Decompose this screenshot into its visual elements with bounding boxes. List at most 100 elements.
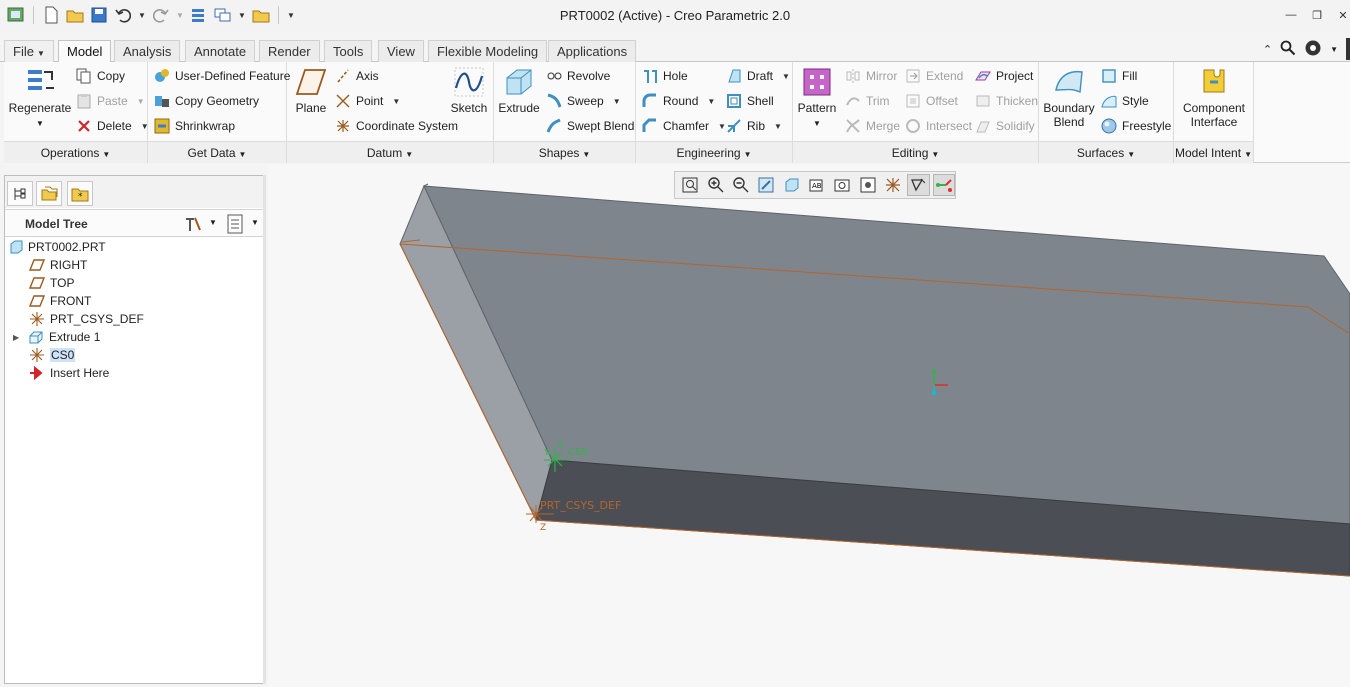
draft-dropdown-icon[interactable]: ▼ — [782, 72, 790, 81]
tab-view[interactable]: View — [378, 40, 424, 62]
panel-resizer[interactable] — [263, 175, 266, 684]
component-interface-button[interactable]: Component Interface — [1176, 66, 1252, 129]
plane-button[interactable]: Plane — [289, 66, 333, 115]
tab-file[interactable]: File ▼ — [4, 40, 54, 62]
pattern-dropdown-icon[interactable]: ▼ — [813, 119, 821, 128]
paste-dropdown-icon[interactable]: ▼ — [137, 97, 145, 106]
copy-geometry-button[interactable]: Copy Geometry — [154, 91, 259, 111]
shell-button[interactable]: Shell — [726, 91, 774, 111]
model-tree-tab[interactable] — [7, 181, 33, 206]
pattern-button[interactable]: Pattern ▼ — [795, 66, 839, 131]
shrinkwrap-button[interactable]: Shrinkwrap — [154, 116, 235, 136]
shapes-group-label[interactable]: Shapes ▼ — [494, 141, 635, 163]
expand-arrow-icon[interactable]: ▶ — [13, 333, 23, 342]
model-intent-group-label[interactable]: Model Intent ▼ — [1174, 141, 1253, 163]
help-dropdown-icon[interactable]: ▼ — [1330, 45, 1338, 54]
restore-icon[interactable]: ❐ — [1310, 6, 1324, 24]
point-button[interactable]: Point ▼ — [335, 91, 400, 111]
revolve-button[interactable]: Revolve — [546, 66, 610, 86]
rib-dropdown-icon[interactable]: ▼ — [774, 122, 782, 131]
mirror-button[interactable]: Mirror — [845, 66, 897, 86]
merge-button[interactable]: Merge — [845, 116, 900, 136]
folder-browser-tab[interactable] — [36, 181, 62, 206]
sweep-dropdown-icon[interactable]: ▼ — [613, 97, 621, 106]
get-data-group-label[interactable]: Get Data ▼ — [148, 141, 286, 163]
solidify-button[interactable]: Solidify — [975, 116, 1035, 136]
user-defined-feature-button[interactable]: User-Defined Feature — [154, 66, 290, 86]
minimize-icon[interactable]: — — [1284, 6, 1298, 24]
round-dropdown-icon[interactable]: ▼ — [707, 97, 715, 106]
offset-button[interactable]: Offset — [905, 91, 958, 111]
repaint-icon[interactable] — [755, 174, 777, 196]
model-viewport[interactable]: PRT_CSYS_DEF Z Z CS0 Y — [268, 164, 1350, 687]
tree-item-part[interactable]: PRT0002.PRT — [9, 238, 106, 256]
tab-flexible-modeling[interactable]: Flexible Modeling — [428, 40, 548, 62]
draft-button[interactable]: Draft ▼ — [726, 66, 790, 86]
sweep-button[interactable]: Sweep ▼ — [546, 91, 621, 111]
tab-annotate[interactable]: Annotate — [185, 40, 256, 62]
close-icon[interactable]: ✕ — [1336, 6, 1350, 24]
tree-settings-dropdown-icon[interactable]: ▼ — [209, 218, 217, 227]
tab-model[interactable]: Model — [58, 40, 112, 63]
zoom-in-icon[interactable] — [704, 174, 726, 196]
tree-item-front[interactable]: FRONT — [29, 292, 91, 310]
datum-display-filters-icon[interactable] — [882, 174, 904, 196]
intersect-button[interactable]: Intersect — [905, 116, 972, 136]
tab-tools[interactable]: Tools — [324, 40, 373, 62]
minimize-ribbon-icon[interactable]: ⌃ — [1263, 43, 1272, 56]
project-button[interactable]: Project — [975, 66, 1033, 86]
coordinate-system-button[interactable]: Coordinate System — [335, 116, 458, 136]
hole-button[interactable]: Hole — [642, 66, 688, 86]
graphics-window[interactable]: PRT_CSYS_DEF Z Z CS0 Y — [268, 164, 1350, 687]
chamfer-dropdown-icon[interactable]: ▼ — [718, 122, 726, 131]
thicken-button[interactable]: Thicken — [975, 91, 1038, 111]
help-icon[interactable] — [1304, 39, 1322, 60]
regenerate-button[interactable]: Regenerate ▼ — [8, 66, 72, 131]
spin-center-toggle-icon[interactable] — [932, 174, 956, 196]
chamfer-button[interactable]: Chamfer ▼ — [642, 116, 726, 136]
freestyle-button[interactable]: Freestyle — [1101, 116, 1171, 136]
favorites-tab[interactable]: * — [67, 181, 93, 206]
style-button[interactable]: Style — [1101, 91, 1149, 111]
tree-item-prt-csys-def[interactable]: PRT_CSYS_DEF — [29, 310, 144, 328]
display-style-icon[interactable] — [780, 174, 802, 196]
search-icon[interactable] — [1280, 40, 1296, 59]
tab-render[interactable]: Render — [259, 40, 320, 62]
editing-group-label[interactable]: Editing ▼ — [793, 141, 1038, 163]
view-manager-icon[interactable] — [831, 174, 853, 196]
regenerate-dropdown-icon[interactable]: ▼ — [36, 119, 44, 128]
extrude-button[interactable]: Extrude — [496, 66, 542, 115]
paste-button[interactable]: Paste ▼ — [76, 91, 145, 111]
datum-group-label[interactable]: Datum ▼ — [287, 141, 493, 163]
annotation-display-icon[interactable] — [907, 174, 930, 196]
extend-button[interactable]: Extend — [905, 66, 963, 86]
tree-item-right[interactable]: RIGHT — [29, 256, 87, 274]
rib-button[interactable]: Rib ▼ — [726, 116, 782, 136]
tab-applications[interactable]: Applications — [548, 40, 637, 62]
tree-settings-icon[interactable] — [183, 215, 203, 236]
sketch-button[interactable]: Sketch — [447, 66, 491, 115]
show-filters-icon[interactable] — [226, 214, 244, 237]
tab-analysis[interactable]: Analysis — [114, 40, 181, 62]
boundary-blend-button[interactable]: Boundary Blend — [1041, 66, 1097, 129]
more-icon[interactable] — [1346, 38, 1350, 60]
delete-button[interactable]: Delete ▼ — [76, 116, 149, 136]
round-button[interactable]: Round ▼ — [642, 91, 715, 111]
surfaces-group-label[interactable]: Surfaces ▼ — [1039, 141, 1173, 163]
tree-item-cs0[interactable]: CS0 — [29, 346, 76, 364]
saved-orientations-icon[interactable]: AB — [806, 174, 828, 196]
swept-blend-button[interactable]: Swept Blend — [546, 116, 634, 136]
point-dropdown-icon[interactable]: ▼ — [392, 97, 400, 106]
copy-button[interactable]: Copy — [76, 66, 125, 86]
fill-button[interactable]: Fill — [1101, 66, 1137, 86]
perspective-view-icon[interactable] — [856, 174, 878, 196]
engineering-group-label[interactable]: Engineering ▼ — [636, 141, 792, 163]
operations-group-label[interactable]: Operations ▼ — [4, 141, 147, 163]
trim-button[interactable]: Trim — [845, 91, 890, 111]
axis-button[interactable]: Axis — [335, 66, 379, 86]
show-dropdown-icon[interactable]: ▼ — [251, 218, 259, 227]
zoom-out-icon[interactable] — [730, 174, 752, 196]
tree-item-insert-here[interactable]: Insert Here — [29, 364, 109, 382]
tree-item-top[interactable]: TOP — [29, 274, 74, 292]
tree-item-extrude-1[interactable]: ▶ Extrude 1 — [13, 328, 100, 346]
